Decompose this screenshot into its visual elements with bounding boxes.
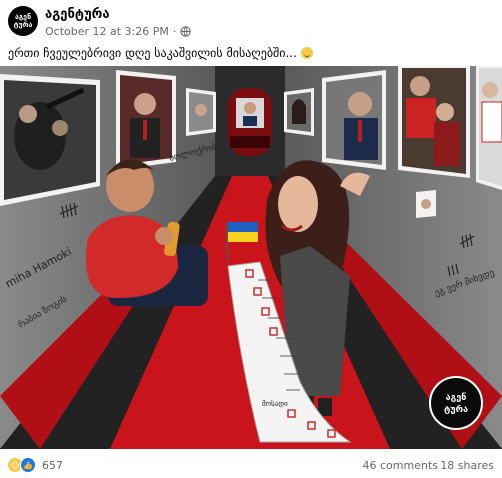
- reactions-summary[interactable]: ☺ 👍 657: [8, 457, 63, 473]
- page-name[interactable]: აგენტურა: [45, 7, 110, 22]
- avatar-text-bottom: ტურა: [13, 21, 33, 29]
- frame-phone-man: [116, 70, 176, 170]
- cartoon-artwork: ბოლოქრის miha Hamoki რაბია ზოგის ეგ ვერ …: [0, 66, 502, 449]
- frame-small-left: [186, 88, 216, 136]
- frame-small-right: [416, 190, 436, 218]
- logo-text-bottom: ტურა: [444, 404, 468, 415]
- frame-nurse: [476, 66, 502, 190]
- post-timestamp[interactable]: October 12 at 3:26 PM: [45, 25, 169, 38]
- like-reaction-icon: 👍: [20, 457, 36, 473]
- frame-saakashvili: [322, 70, 386, 170]
- post-image[interactable]: ბოლოქრის miha Hamoki რაბია ზოგის ეგ ვერ …: [0, 66, 502, 449]
- logo-text-top: აგენ: [446, 393, 467, 403]
- comments-count[interactable]: 46 comments: [363, 459, 439, 472]
- frame-woman-right: [284, 88, 314, 136]
- page-avatar[interactable]: აგენ ტურა: [8, 6, 38, 36]
- globe-icon: [180, 26, 192, 37]
- frame-riot: [0, 74, 100, 206]
- shares-count[interactable]: 18 shares: [440, 459, 494, 472]
- smile-emoji-icon: [300, 47, 313, 59]
- reaction-count: 657: [42, 458, 63, 472]
- caption-text: ერთი ჩვეულებრივი დღე საკაშვილის მისაღებშ…: [8, 46, 297, 60]
- back-table: [230, 136, 270, 148]
- post-caption: ერთი ჩვეულებრივი დღე საკაშვილის მისაღებშ…: [8, 46, 313, 60]
- post-footer: ☺ 👍 657 46 comments 18 shares: [0, 452, 502, 478]
- avatar-text-top: აგენ: [14, 13, 32, 21]
- post-meta: October 12 at 3:26 PM ·: [45, 25, 192, 38]
- agentura-logo-watermark: აგენ ტურა: [429, 376, 483, 430]
- post-header: აგენ ტურა აგენტურა October 12 at 3:26 PM…: [0, 0, 502, 44]
- frame-family: [398, 66, 470, 178]
- list-signature: მოსადი: [262, 400, 288, 408]
